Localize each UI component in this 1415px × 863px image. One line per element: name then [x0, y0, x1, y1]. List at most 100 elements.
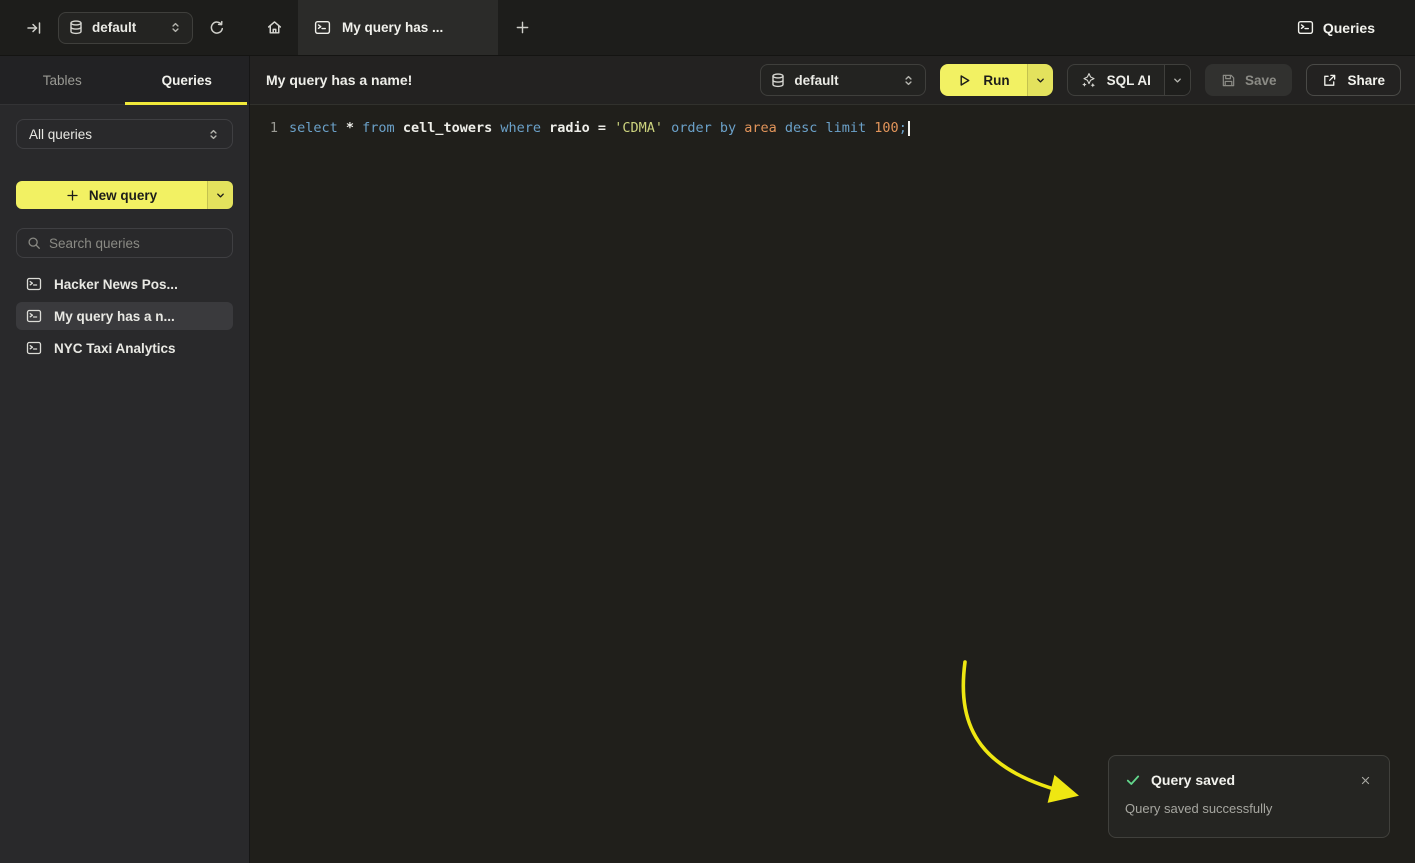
code-token: =: [598, 120, 614, 136]
query-item-label: My query has a n...: [54, 309, 175, 324]
sql-ai-dropdown[interactable]: [1164, 65, 1190, 95]
run-main[interactable]: Run: [940, 64, 1026, 96]
query-filter-value: All queries: [29, 127, 207, 142]
search-queries-box: [16, 228, 233, 258]
tab-home[interactable]: [250, 0, 298, 55]
share-label: Share: [1347, 73, 1385, 88]
share-button[interactable]: Share: [1306, 64, 1401, 96]
toolbar-database-selector[interactable]: default: [760, 64, 926, 96]
query-title: My query has a name!: [266, 72, 412, 88]
sql-editor[interactable]: 1 select * from cell_towers where radio …: [250, 105, 1415, 138]
chevron-down-icon: [1172, 75, 1183, 86]
tabstrip: My query has ...: [250, 0, 546, 55]
sidebar: Tables Queries All queries New query: [0, 56, 250, 863]
play-icon: [957, 73, 972, 88]
code-line: 1 select * from cell_towers where radio …: [266, 118, 1415, 138]
code-token: desc limit: [785, 120, 874, 136]
tab-label: My query has ...: [342, 20, 443, 35]
sparkles-icon: [1081, 72, 1097, 88]
database-selector-value: default: [92, 20, 160, 35]
code-token: 100: [874, 120, 898, 136]
search-icon: [27, 236, 41, 250]
run-dropdown[interactable]: [1027, 64, 1053, 96]
sidebar-tabs: Tables Queries: [0, 56, 249, 105]
code-token: order by: [671, 120, 744, 136]
toolbar-database-value: default: [794, 73, 893, 88]
query-list: Hacker News Pos... My query has a n... N…: [16, 270, 233, 362]
new-query-button[interactable]: New query: [16, 181, 233, 209]
search-queries-input[interactable]: [49, 236, 226, 251]
save-label: Save: [1245, 73, 1277, 88]
collapse-sidebar-button[interactable]: [18, 12, 50, 44]
terminal-icon: [26, 340, 42, 356]
code-token: *: [346, 120, 362, 136]
database-icon: [69, 20, 83, 35]
new-query-main[interactable]: New query: [16, 181, 207, 209]
topbar-left: default: [0, 0, 250, 55]
code-token: 'CDMA': [614, 120, 671, 136]
code-line-content: select * from cell_towers where radio = …: [289, 118, 910, 138]
tab-my-query[interactable]: My query has ...: [298, 0, 498, 55]
code-token: where: [500, 120, 549, 136]
close-icon: [1360, 775, 1371, 786]
run-label: Run: [983, 73, 1009, 88]
code-token: cell_towers: [403, 120, 501, 136]
terminal-icon: [314, 19, 331, 36]
save-icon: [1221, 73, 1236, 88]
sidebar-content: All queries New query: [0, 105, 249, 362]
chevron-updown-icon: [169, 21, 182, 34]
save-button[interactable]: Save: [1205, 64, 1293, 96]
run-button[interactable]: Run: [940, 64, 1052, 96]
code-token: radio: [549, 120, 598, 136]
query-list-item[interactable]: Hacker News Pos...: [16, 270, 233, 298]
query-item-label: Hacker News Pos...: [54, 277, 178, 292]
collapse-sidebar-icon: [26, 20, 42, 36]
code-token: from: [362, 120, 403, 136]
code-token: area: [744, 120, 785, 136]
chevron-updown-icon: [902, 74, 915, 87]
queries-panel-label: Queries: [1323, 20, 1375, 36]
refresh-button[interactable]: [201, 12, 233, 44]
query-filter-select[interactable]: All queries: [16, 119, 233, 149]
topbar-right: Queries: [1297, 0, 1415, 55]
sql-ai-main[interactable]: SQL AI: [1068, 65, 1164, 95]
main-panel: My query has a name! default: [250, 56, 1415, 863]
toast-header: Query saved: [1125, 772, 1373, 788]
check-icon: [1125, 772, 1141, 788]
home-icon: [266, 19, 283, 36]
terminal-icon: [26, 308, 42, 324]
plus-icon: [66, 189, 79, 202]
refresh-icon: [209, 20, 225, 36]
topbar: default: [0, 0, 1415, 56]
terminal-icon: [1297, 19, 1314, 36]
share-icon: [1322, 73, 1337, 88]
sql-ai-label: SQL AI: [1107, 73, 1151, 88]
query-item-label: NYC Taxi Analytics: [54, 341, 176, 356]
tab-queries[interactable]: Queries: [125, 56, 250, 104]
toast-message: Query saved successfully: [1125, 801, 1373, 816]
chevron-down-icon: [215, 190, 226, 201]
query-list-item[interactable]: NYC Taxi Analytics: [16, 334, 233, 362]
toast-title: Query saved: [1151, 772, 1235, 788]
new-query-dropdown[interactable]: [207, 181, 233, 209]
new-query-label: New query: [89, 188, 157, 203]
code-token: select: [289, 120, 346, 136]
query-list-item-selected[interactable]: My query has a n...: [16, 302, 233, 330]
terminal-icon: [26, 276, 42, 292]
query-header: My query has a name! default: [250, 56, 1415, 105]
chevron-updown-icon: [207, 128, 220, 141]
database-selector[interactable]: default: [58, 12, 193, 44]
toast-close-button[interactable]: [1357, 772, 1373, 788]
database-icon: [771, 73, 785, 88]
tab-tables[interactable]: Tables: [0, 56, 125, 104]
text-cursor: [908, 121, 910, 136]
new-tab-button[interactable]: [498, 0, 546, 55]
plus-icon: [515, 20, 530, 35]
line-number: 1: [266, 118, 278, 138]
query-toolbar: default Run: [760, 64, 1401, 96]
chevron-down-icon: [1035, 75, 1046, 86]
queries-panel-toggle[interactable]: Queries: [1297, 19, 1375, 36]
toast-query-saved: Query saved Query saved successfully: [1108, 755, 1390, 838]
sql-ai-button[interactable]: SQL AI: [1067, 64, 1191, 96]
code-token: ;: [899, 120, 907, 136]
